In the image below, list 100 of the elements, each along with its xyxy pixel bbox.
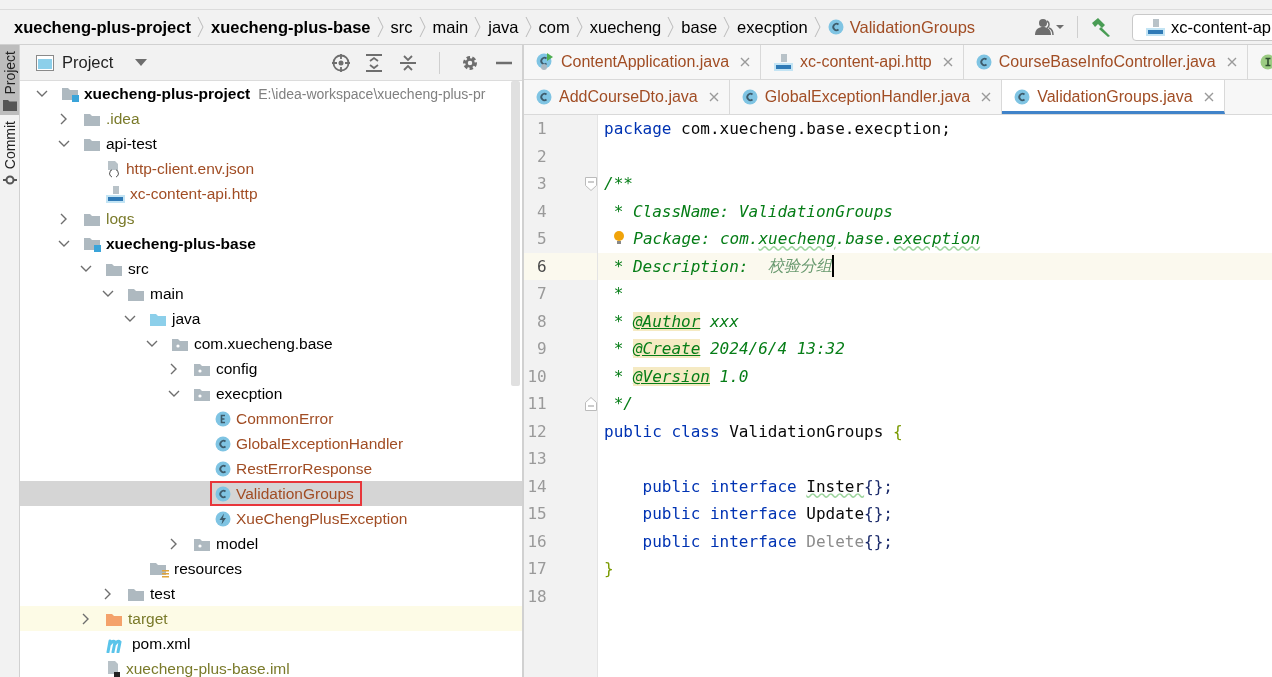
tree-row[interactable]: com.xuecheng.base: [20, 331, 522, 356]
breadcrumb-item[interactable]: com: [532, 17, 576, 37]
code-line[interactable]: package com.xuecheng.base.execption;: [604, 119, 951, 139]
tree-row[interactable]: xuecheng-plus-base: [20, 231, 522, 256]
tree-row[interactable]: resources: [20, 556, 522, 581]
chevron-icon: [667, 16, 676, 38]
line-number: 18: [526, 586, 547, 606]
editor-tab[interactable]: AddCourseDto.java: [524, 80, 730, 114]
code-line[interactable]: public interface Inster{};: [604, 476, 893, 496]
tree-label: CommonError: [236, 409, 334, 428]
close-icon[interactable]: [942, 57, 953, 67]
breadcrumb-item[interactable]: ValidationGroups: [821, 17, 982, 37]
line-number: 4: [536, 201, 547, 221]
collapse-all-icon[interactable]: [400, 53, 418, 72]
module-folder-icon: [83, 235, 101, 252]
tree-row[interactable]: RestErrorResponse: [20, 456, 522, 481]
runnable-class-icon: [536, 53, 554, 71]
tree-row[interactable]: xuecheng-plus-base.iml: [20, 656, 522, 677]
scrollbar[interactable]: [511, 81, 520, 386]
code-line[interactable]: Package: com.xuecheng.base.execption: [604, 228, 981, 249]
interface-icon: [1259, 54, 1272, 70]
class-icon: [1014, 89, 1031, 105]
editor-tab[interactable]: ValidationGroups.java: [1002, 80, 1225, 114]
line-number: 13: [526, 449, 547, 469]
tree-row[interactable]: target: [20, 606, 522, 631]
users-icon[interactable]: [1033, 17, 1066, 37]
tree-row[interactable]: model: [20, 531, 522, 556]
line-number: 15: [526, 504, 547, 524]
tree-row[interactable]: pom.xml: [20, 631, 522, 656]
line-number: 16: [526, 531, 547, 551]
line-number: 14: [526, 476, 547, 496]
tree-label: xuecheng-plus-project: [84, 84, 251, 103]
close-icon[interactable]: [708, 92, 719, 102]
close-icon[interactable]: [1203, 92, 1214, 102]
tree-row[interactable]: src: [20, 256, 522, 281]
breadcrumb-item[interactable]: xuecheng-plus-base: [204, 17, 377, 37]
tree-label: resources: [174, 559, 243, 578]
code-line[interactable]: public interface Update{};: [604, 504, 893, 524]
tree-row[interactable]: execption: [20, 381, 522, 406]
panel-title-dropdown[interactable]: Project: [36, 53, 148, 72]
chevron-icon: [418, 16, 427, 38]
tree-label: XueChengPlusException: [236, 509, 408, 528]
run-configuration-selector[interactable]: xc-content-ap: [1132, 13, 1272, 41]
tree-label: http-client.env.json: [126, 159, 255, 178]
expand-all-icon[interactable]: [366, 53, 384, 72]
editor-tab[interactable]: CourseBaseInfoController.java: [963, 45, 1248, 79]
tree-row[interactable]: CommonError: [20, 406, 522, 431]
tree-row[interactable]: logs: [20, 206, 522, 231]
class-icon: [215, 435, 231, 452]
chevron-icon: [813, 16, 822, 38]
tree-row[interactable]: main: [20, 281, 522, 306]
chevron-icon: [723, 16, 732, 38]
code-line[interactable]: public interface Delete{};: [604, 531, 893, 551]
tree-label: xc-content-api.http: [130, 184, 258, 203]
code-line[interactable]: /**: [604, 174, 633, 194]
tree-row[interactable]: config: [20, 356, 522, 381]
tree-label: src: [128, 259, 149, 278]
tree-row[interactable]: xuecheng-plus-project E:\idea-workspace\xuecheng-plus-pr: [20, 81, 522, 106]
breadcrumb-item[interactable]: main: [426, 17, 475, 37]
breadcrumb-item[interactable]: base: [675, 17, 724, 37]
line-number: 1: [536, 119, 547, 139]
breadcrumb-item[interactable]: execption: [731, 17, 814, 37]
code-line[interactable]: */: [604, 394, 633, 414]
api-file-icon: [105, 184, 125, 203]
close-icon[interactable]: [981, 92, 992, 102]
breadcrumb-item[interactable]: xuecheng: [583, 17, 668, 37]
code-line[interactable]: *: [604, 284, 624, 304]
code-line[interactable]: * ClassName: ValidationGroups: [604, 201, 893, 221]
tree-row[interactable]: XueChengPlusException: [20, 506, 522, 531]
code-line[interactable]: public class ValidationGroups {: [604, 421, 903, 441]
close-icon[interactable]: [740, 57, 751, 67]
breadcrumb-item[interactable]: src: [384, 17, 419, 37]
chevron-icon: [376, 16, 385, 38]
tree-row[interactable]: GlobalExceptionHandler: [20, 431, 522, 456]
tree-label: model: [216, 534, 259, 553]
editor-tab[interactable]: ContentApplication.java: [524, 45, 762, 79]
chevron-icon: [474, 16, 483, 38]
tool-window-tab[interactable]: Project: [0, 45, 19, 115]
tree-row[interactable]: .idea: [20, 106, 522, 131]
tree-row[interactable]: java: [20, 306, 522, 331]
tree-row[interactable]: test: [20, 581, 522, 606]
tree-row[interactable]: xc-content-api.http: [20, 181, 522, 206]
tool-window-tab[interactable]: Commit: [0, 114, 19, 191]
class-icon: [536, 89, 552, 105]
settings-icon[interactable]: [461, 53, 479, 72]
tree-label: GlobalExceptionHandler: [236, 434, 404, 453]
tree-label: execption: [216, 384, 283, 403]
tree-row[interactable]: ValidationGroups: [20, 481, 522, 506]
tree-row[interactable]: http-client.env.json: [20, 156, 522, 181]
hammer-icon[interactable]: [1090, 17, 1113, 37]
folder-icon: [2, 98, 17, 111]
tree-row[interactable]: api-test: [20, 131, 522, 156]
line-number: 17: [526, 559, 547, 579]
close-icon[interactable]: [1226, 57, 1237, 67]
code-line[interactable]: * @Create 2024/6/4 13:32: [604, 339, 845, 359]
breadcrumb-item[interactable]: java: [482, 17, 525, 37]
crosshair-icon[interactable]: [332, 53, 350, 72]
line-number: 11: [526, 394, 547, 414]
breadcrumb-item[interactable]: xuecheng-plus-project: [8, 17, 197, 37]
editor-tab[interactable]: xc-content-api.http: [761, 45, 964, 79]
